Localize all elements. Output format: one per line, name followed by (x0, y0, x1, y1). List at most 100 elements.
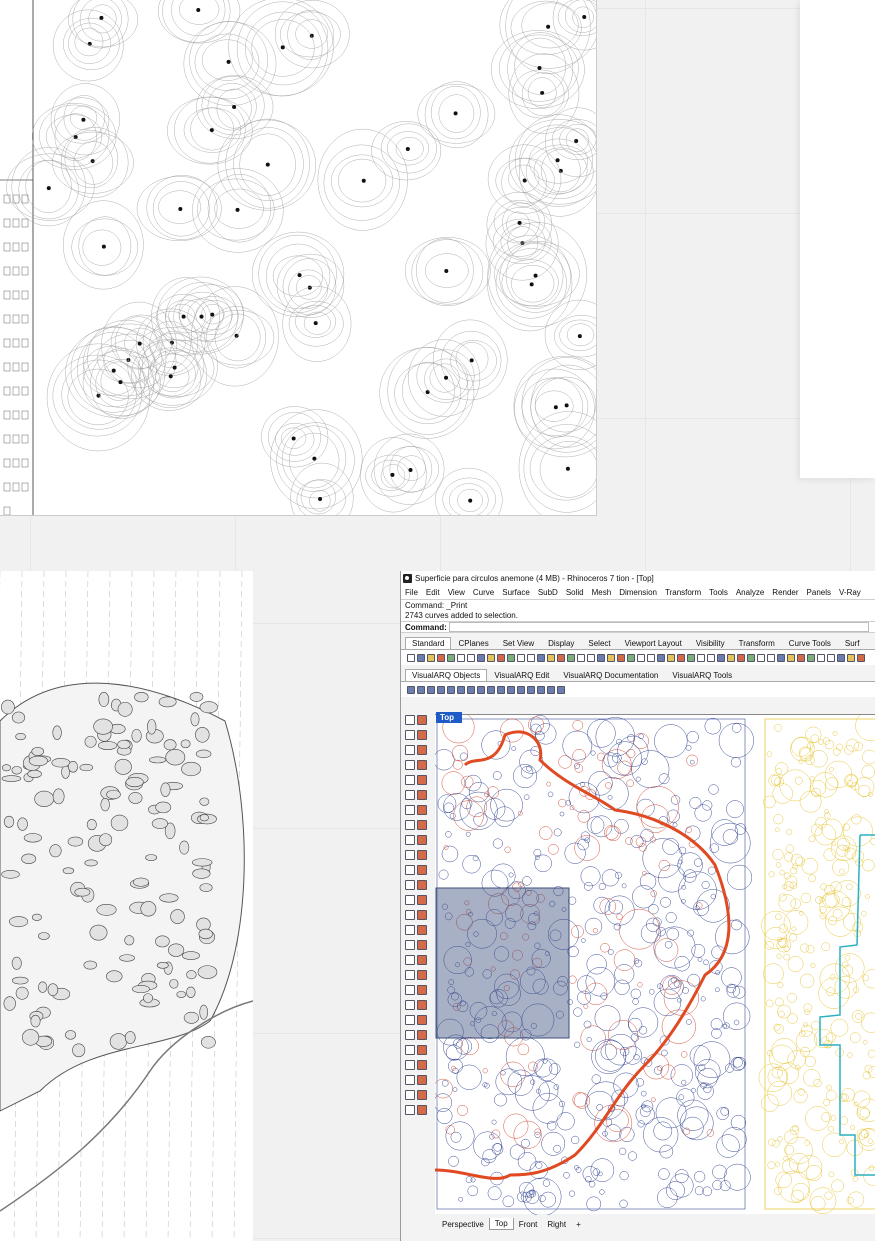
sidebar-tool-icon[interactable] (405, 805, 415, 815)
toolbar-icon[interactable] (477, 685, 485, 694)
menu-transform[interactable]: Transform (661, 588, 705, 597)
menu-curve[interactable]: Curve (469, 588, 498, 597)
sidebar-tool-icon[interactable] (405, 715, 415, 725)
sidebar-tool-icon[interactable] (405, 1015, 415, 1025)
sidebar-tool-icon[interactable] (417, 895, 427, 905)
sidebar-tool-icon[interactable] (405, 1075, 415, 1085)
top-viewport[interactable] (433, 710, 875, 1217)
toolbar-icon[interactable] (407, 685, 415, 694)
toolbar-icon[interactable] (787, 653, 795, 662)
sidebar-tool-icon[interactable] (417, 850, 427, 860)
toolbar-icon[interactable] (537, 653, 545, 662)
toolbar-icon[interactable] (687, 653, 695, 662)
toolbar-icon[interactable] (717, 653, 725, 662)
menu-panels[interactable]: Panels (803, 588, 835, 597)
toolbar-icon[interactable] (487, 685, 495, 694)
sidebar-tool-icon[interactable] (417, 1015, 427, 1025)
toolbar-icon[interactable] (657, 653, 665, 662)
sidebar-tool-icon[interactable] (405, 1090, 415, 1100)
sidebar-tool-icon[interactable] (405, 865, 415, 875)
toolbar-icon[interactable] (537, 685, 545, 694)
sidebar-tool-icon[interactable] (405, 925, 415, 935)
toolbar-icon[interactable] (637, 653, 645, 662)
toolbar-icon[interactable] (597, 653, 605, 662)
sidebar-tool-icon[interactable] (417, 760, 427, 770)
tab-standard[interactable]: Standard (405, 637, 452, 649)
toolbar-icon[interactable] (447, 685, 455, 694)
toolbar-icon[interactable] (627, 653, 635, 662)
toolbar-icon[interactable] (677, 653, 685, 662)
toolbar-icon[interactable] (567, 653, 575, 662)
toolbar-icon[interactable] (487, 653, 495, 662)
sidebar-tool-icon[interactable] (417, 985, 427, 995)
toolbar-icon[interactable] (437, 653, 445, 662)
viewport-label[interactable]: Top (436, 712, 463, 723)
tab-cplanes[interactable]: CPlanes (451, 637, 495, 649)
sidebar-tool-icon[interactable] (417, 925, 427, 935)
toolbar-icon[interactable] (517, 653, 525, 662)
sidebar-tool-icon[interactable] (405, 745, 415, 755)
toolbar-icon[interactable] (667, 653, 675, 662)
sidebar-tool-icon[interactable] (417, 1105, 427, 1115)
menu-vray[interactable]: V-Ray (835, 588, 865, 597)
menu-view[interactable]: View (444, 588, 469, 597)
menu-analyze[interactable]: Analyze (732, 588, 768, 597)
toolbar-icon[interactable] (617, 653, 625, 662)
sidebar-tool-icon[interactable] (417, 880, 427, 890)
toolbar-icon[interactable] (457, 685, 465, 694)
tab-visualarq-documentation[interactable]: VisualARQ Documentation (556, 669, 665, 681)
sidebar-tool-icon[interactable] (417, 865, 427, 875)
toolbar-icon[interactable] (497, 685, 505, 694)
toolbar-icon[interactable] (587, 653, 595, 662)
sidebar-tool-icon[interactable] (405, 955, 415, 965)
sidebar-tool-icon[interactable] (417, 775, 427, 785)
toolbar-icon[interactable] (527, 685, 535, 694)
tab-viewport-layout[interactable]: Viewport Layout (618, 637, 689, 649)
sidebar-tool-icon[interactable] (405, 850, 415, 860)
toolbar-icon[interactable] (777, 653, 785, 662)
sidebar-tool-icon[interactable] (417, 955, 427, 965)
viewport-tab-right[interactable]: Right (542, 1219, 571, 1230)
toolbar-icon[interactable] (517, 685, 525, 694)
toolbar-icon[interactable] (467, 685, 475, 694)
toolbar-icon[interactable] (647, 653, 655, 662)
sidebar-tool-icon[interactable] (405, 790, 415, 800)
toolbar-icon[interactable] (437, 685, 445, 694)
add-viewport-icon[interactable]: + (571, 1219, 586, 1230)
toolbar-icon[interactable] (577, 653, 585, 662)
sidebar-tool-icon[interactable] (417, 940, 427, 950)
toolbar-icon[interactable] (447, 653, 455, 662)
sidebar-tool-icon[interactable] (417, 1000, 427, 1010)
tab-select[interactable]: Select (581, 637, 617, 649)
sidebar-tool-icon[interactable] (417, 820, 427, 830)
tab-display[interactable]: Display (541, 637, 581, 649)
sidebar-tool-icon[interactable] (405, 1060, 415, 1070)
sidebar-tool-icon[interactable] (405, 760, 415, 770)
command-input[interactable] (448, 622, 869, 632)
toolbar-icon[interactable] (737, 653, 745, 662)
sidebar-tool-icon[interactable] (405, 835, 415, 845)
sidebar-tool-icon[interactable] (405, 910, 415, 920)
toolbar-icon[interactable] (507, 685, 515, 694)
toolbar-icon[interactable] (827, 653, 835, 662)
toolbar-icon[interactable] (807, 653, 815, 662)
tab-visualarq-tools[interactable]: VisualARQ Tools (665, 669, 739, 681)
toolbar-icon[interactable] (767, 653, 775, 662)
toolbar-icon[interactable] (837, 653, 845, 662)
toolbar-icon[interactable] (477, 653, 485, 662)
menu-mesh[interactable]: Mesh (588, 588, 616, 597)
sidebar-tool-icon[interactable] (417, 1075, 427, 1085)
toolbar-icon[interactable] (757, 653, 765, 662)
toolbar-icon[interactable] (797, 653, 805, 662)
sidebar-tool-icon[interactable] (417, 1045, 427, 1055)
toolbar-icon[interactable] (847, 653, 855, 662)
sidebar-tool-icon[interactable] (417, 790, 427, 800)
toolbar-icon[interactable] (407, 653, 415, 662)
toolbar-icon[interactable] (817, 653, 825, 662)
sidebar-tool-icon[interactable] (405, 730, 415, 740)
sidebar-tool-icon[interactable] (417, 805, 427, 815)
toolbar-icon[interactable] (427, 685, 435, 694)
menu-surface[interactable]: Surface (498, 588, 534, 597)
toolbar-icon[interactable] (607, 653, 615, 662)
menu-dimension[interactable]: Dimension (615, 588, 661, 597)
